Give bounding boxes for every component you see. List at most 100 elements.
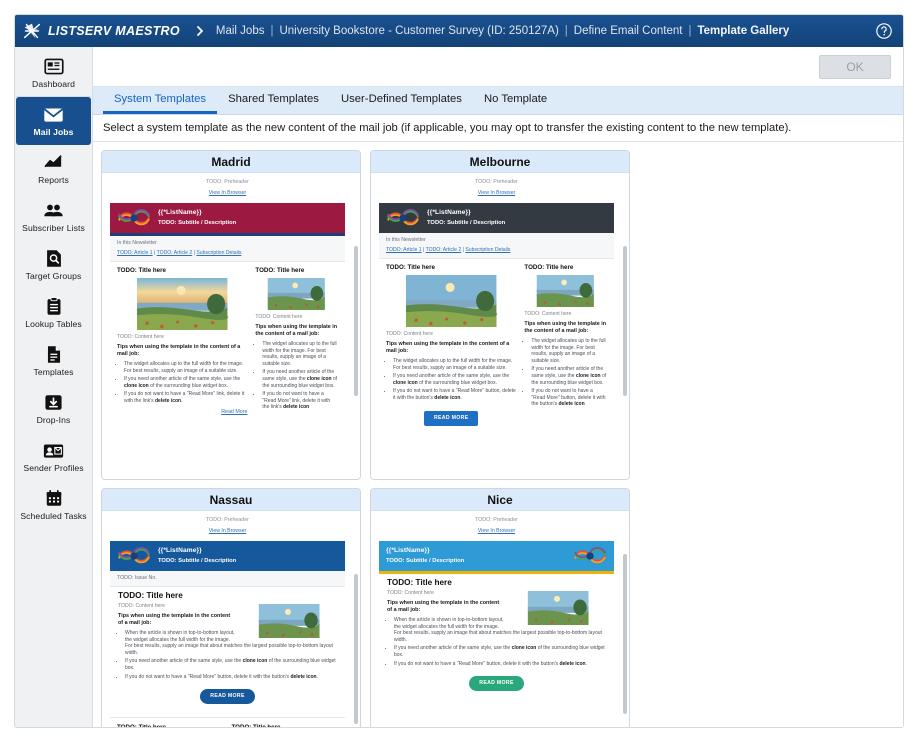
- help-circle-icon[interactable]: [875, 22, 893, 40]
- card-scrollbar[interactable]: [354, 514, 358, 727]
- subscription-details-link[interactable]: Subscription Details: [465, 247, 510, 253]
- read-more-row: READ MORE: [387, 669, 606, 699]
- list-name: {{*ListName}}: [158, 209, 202, 216]
- sidebar-item-lookup-tables[interactable]: Lookup Tables: [16, 289, 91, 337]
- sidebar-item-label: Drop-Ins: [36, 414, 71, 425]
- view-in-browser-link[interactable]: View In Browser: [478, 528, 515, 534]
- list-name: {{*ListName}}: [386, 547, 430, 554]
- read-more-link[interactable]: Read More: [221, 409, 247, 415]
- target-search-icon: [43, 249, 65, 269]
- tip-item: The widget allocates up to the full widt…: [393, 358, 516, 371]
- tip-item: If you need another article of the same …: [124, 376, 247, 389]
- card-scrollbar[interactable]: [623, 514, 627, 727]
- template-gallery: Madrid TODO: Preheader View In Browser {…: [93, 142, 903, 727]
- main-body: Dashboard Mail Jobs Reports Subscriber L…: [15, 47, 903, 727]
- tip-item: The widget allocates up to the full widt…: [531, 338, 607, 364]
- ok-button[interactable]: OK: [819, 54, 891, 79]
- card-scrollbar[interactable]: [623, 176, 627, 476]
- preheader-text: TODO: Preheader: [206, 517, 249, 523]
- view-in-browser-row: View In Browser: [379, 190, 614, 197]
- document-icon: [43, 345, 65, 365]
- article-1-link[interactable]: TODO: Article 1: [117, 250, 153, 256]
- subtitle: TODO: Subtitle / Description: [386, 558, 465, 564]
- template-card-nassau[interactable]: Nassau TODO: Preheader View In Browser {…: [101, 488, 361, 727]
- sidebar-item-mail-jobs[interactable]: Mail Jobs: [16, 97, 91, 145]
- tab-user-defined-templates[interactable]: User-Defined Templates: [330, 87, 473, 114]
- chevron-right-icon: [194, 25, 206, 37]
- sidebar-item-target-groups[interactable]: Target Groups: [16, 241, 91, 289]
- bottom-column-left: TODO: Title here: [117, 724, 224, 727]
- view-in-browser-link[interactable]: View In Browser: [209, 190, 246, 196]
- article-column-right: TODO: Title here TODO: Content here Tips…: [524, 264, 607, 434]
- read-more-row: Read More: [117, 409, 247, 416]
- tips-heading: Tips when using the template in the cont…: [524, 321, 607, 334]
- sidebar-item-subscriber-lists[interactable]: Subscriber Lists: [16, 193, 91, 241]
- view-in-browser-row: View In Browser: [379, 528, 614, 535]
- tab-system-templates[interactable]: System Templates: [103, 87, 218, 114]
- tip-item: If you do not want to have a "Read More"…: [531, 388, 607, 408]
- view-in-browser-link[interactable]: View In Browser: [478, 190, 515, 196]
- breadcrumb-item-define-email-content[interactable]: Define Email Content: [574, 25, 683, 37]
- template-card-melbourne[interactable]: Melbourne TODO: Preheader View In Browse…: [370, 150, 630, 480]
- article-image: [258, 604, 320, 638]
- tips-heading: Tips when using the template in the cont…: [117, 344, 241, 357]
- template-card-nice[interactable]: Nice TODO: Preheader View In Browser {{*…: [370, 488, 630, 727]
- tab-no-template[interactable]: No Template: [473, 87, 558, 114]
- sidebar-item-sender-profiles[interactable]: Sender Profiles: [16, 433, 91, 481]
- article-title: TODO: Title here: [386, 264, 435, 271]
- in-this-newsletter-label: In this Newsletter: [386, 237, 426, 243]
- sidebar-item-label: Dashboard: [32, 78, 75, 89]
- view-in-browser-link[interactable]: View In Browser: [209, 528, 246, 534]
- subscription-details-link[interactable]: Subscription Details: [196, 250, 241, 256]
- tip-item: If you do not want to have a "Read More"…: [262, 391, 338, 411]
- read-more-button[interactable]: READ MORE: [200, 689, 255, 705]
- tip-item: If you need another article of the same …: [393, 373, 516, 386]
- tip-item: If you do not want to have a "Read More"…: [125, 674, 337, 681]
- article-title: TODO: Title here: [255, 267, 305, 274]
- article-1-link[interactable]: TODO: Article 1: [386, 247, 422, 253]
- sidebar-item-scheduled-tasks[interactable]: Scheduled Tasks: [16, 481, 91, 529]
- tip-item: If you need another article of the same …: [394, 645, 606, 658]
- subtitle: TODO: Subtitle / Description: [427, 220, 506, 226]
- sidebar: Dashboard Mail Jobs Reports Subscriber L…: [15, 47, 93, 727]
- sidebar-item-templates[interactable]: Templates: [16, 337, 91, 385]
- article-column-left: TODO: Title here TODO: Content here Tips…: [386, 264, 516, 434]
- template-name: Madrid: [102, 151, 360, 173]
- clipboard-icon: [43, 297, 65, 317]
- tip-item: If you do not want to have a "Read More"…: [394, 661, 606, 668]
- article-links: TODO: Article 1 | TODO: Article 2 | Subs…: [386, 247, 511, 253]
- sidebar-item-label: Templates: [33, 366, 74, 377]
- download-box-icon: [43, 393, 65, 413]
- content-area: OK System Templates Shared Templates Use…: [93, 47, 903, 727]
- tips-list: The widget allocates up to the full widt…: [262, 341, 338, 411]
- sidebar-item-drop-ins[interactable]: Drop-Ins: [16, 385, 91, 433]
- read-more-button[interactable]: READ MORE: [424, 410, 479, 426]
- tip-item: The widget allocates up to the full widt…: [124, 361, 247, 374]
- template-name: Nice: [371, 489, 629, 511]
- rainbow-logo-icon: [117, 547, 151, 565]
- card-scrollbar[interactable]: [354, 176, 358, 476]
- tips-list: The widget allocates up to the full widt…: [531, 338, 607, 408]
- tip-item: If you need another article of the same …: [531, 366, 607, 386]
- email-banner: {{*ListName}} TODO: Subtitle / Descripti…: [379, 541, 614, 571]
- instruction-text: Select a system template as the new cont…: [93, 115, 903, 142]
- article-title: TODO: Title here: [118, 591, 183, 600]
- template-name: Nassau: [102, 489, 360, 511]
- view-in-browser-row: View In Browser: [110, 528, 345, 535]
- sidebar-item-label: Target Groups: [25, 270, 82, 281]
- tab-shared-templates[interactable]: Shared Templates: [217, 87, 330, 114]
- breadcrumb-item-job[interactable]: University Bookstore - Customer Survey (…: [279, 25, 558, 37]
- rainbow-logo-icon: [117, 209, 151, 227]
- breadcrumb-separator: |: [564, 25, 568, 37]
- breadcrumb-item-mail-jobs[interactable]: Mail Jobs: [216, 25, 265, 37]
- template-card-madrid[interactable]: Madrid TODO: Preheader View In Browser {…: [101, 150, 361, 480]
- listserv-logo-icon: [21, 20, 43, 42]
- sidebar-item-dashboard[interactable]: Dashboard: [16, 49, 91, 97]
- preheader-text: TODO: Preheader: [475, 517, 518, 523]
- article-single-column: TODO: Title here TODO: Content here Tips…: [379, 574, 614, 699]
- article-2-link[interactable]: TODO: Article 2: [157, 250, 193, 256]
- article-image: [136, 278, 229, 330]
- read-more-button[interactable]: READ MORE: [469, 676, 524, 692]
- sidebar-item-reports[interactable]: Reports: [16, 145, 91, 193]
- article-2-link[interactable]: TODO: Article 2: [426, 247, 462, 253]
